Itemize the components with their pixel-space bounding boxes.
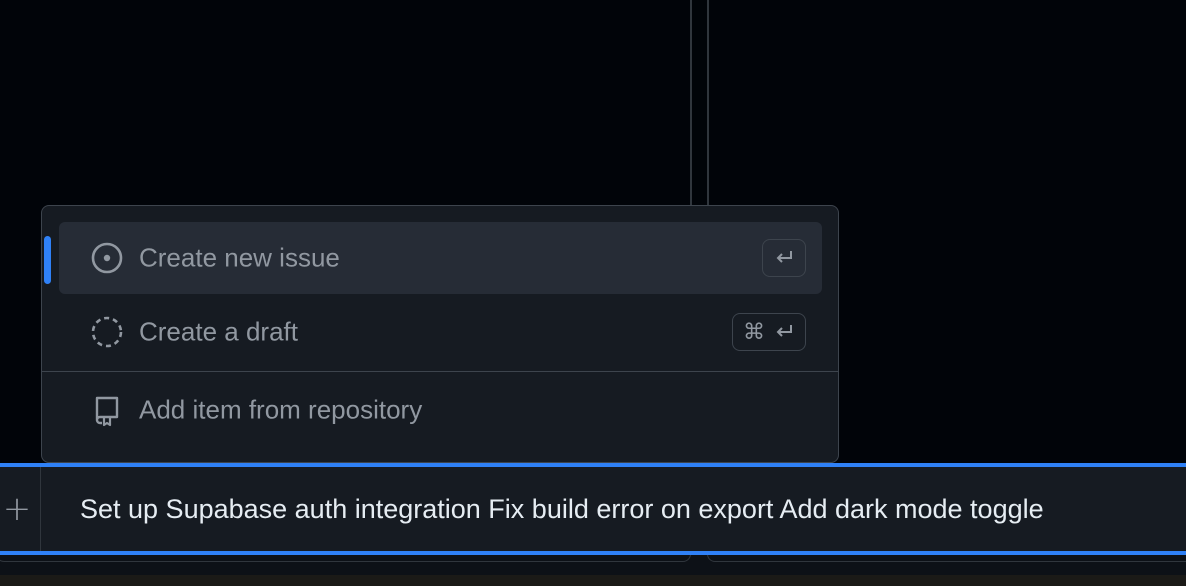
project-board: Create new issue Create a draft ⌘ Add it…	[0, 0, 1186, 586]
enter-icon	[776, 325, 792, 337]
cmd-enter-shortcut: ⌘	[732, 313, 806, 351]
issue-opened-icon	[90, 241, 124, 275]
menu-item-label: Create a draft	[139, 316, 298, 347]
menu-item-create-issue[interactable]: Create new issue	[59, 222, 822, 294]
add-item-bar: + Set up Supabase auth integration Fix b…	[0, 463, 1186, 555]
plus-icon[interactable]: +	[0, 467, 40, 551]
menu-item-label: Create new issue	[139, 242, 340, 273]
separator	[40, 467, 41, 551]
repo-icon	[90, 393, 124, 427]
menu-item-create-draft[interactable]: Create a draft ⌘	[59, 296, 822, 368]
command-icon: ⌘	[743, 319, 765, 345]
menu-divider	[42, 371, 838, 372]
enter-shortcut	[762, 239, 806, 277]
add-item-input[interactable]: Set up Supabase auth integration Fix bui…	[80, 467, 1180, 551]
menu-item-add-from-repository[interactable]: Add item from repository	[59, 374, 822, 446]
active-indicator	[44, 236, 51, 284]
background-strip	[0, 575, 1186, 586]
add-item-menu: Create new issue Create a draft ⌘ Add it…	[41, 205, 839, 463]
column-border	[690, 0, 692, 210]
issue-draft-icon	[90, 315, 124, 349]
column-border	[707, 0, 709, 210]
menu-item-label: Add item from repository	[139, 394, 423, 425]
enter-icon	[776, 251, 792, 263]
